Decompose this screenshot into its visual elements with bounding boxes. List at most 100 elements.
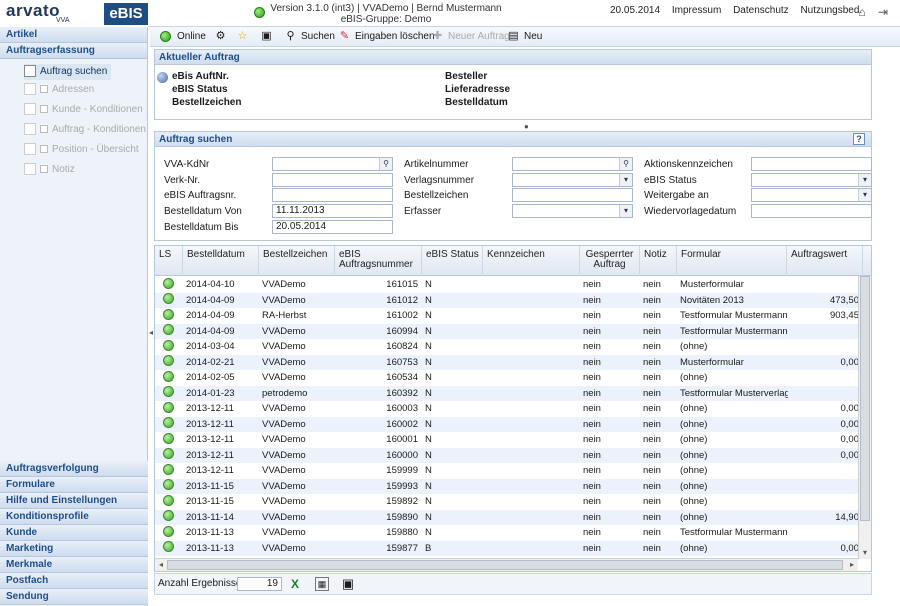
table-view-icon[interactable]: ▦ [315, 577, 329, 591]
cell-auftragswert: 0,00 [840, 403, 860, 414]
table-row[interactable]: 2014-04-09 VVADemo 160994 Nnein nein Testform… [155, 323, 858, 339]
clear-inputs-button[interactable]: ✎ Eingaben löschen [338, 30, 435, 44]
save-icon[interactable]: ▣ [341, 577, 355, 591]
cell-bestelldatum: 2013-11-14 [186, 511, 234, 523]
cell-auftragswert: 0,00 [840, 356, 860, 368]
settings-button[interactable]: ⚙ [214, 30, 231, 44]
table-row[interactable]: 2013-12-11 VVADemo 159999 Nnein nein (ohne) [155, 463, 858, 479]
table-row[interactable]: 2013-11-15 VVADemo 159892 Nnein nein (ohne) [155, 494, 858, 510]
column-header-bestelldatum[interactable]: Bestelldatum [183, 246, 259, 276]
bestellzeichen-input[interactable] [512, 188, 633, 202]
ebis-auftragsnr-input[interactable] [272, 188, 393, 202]
link-nutzungsbed[interactable]: Nutzungsbed. [800, 5, 862, 16]
label-aktionskennzeichen: Aktionskennzeichen [644, 159, 733, 170]
sidebar-section-formulare[interactable]: Formulare [0, 477, 148, 493]
column-header-formular[interactable]: Formular [677, 246, 787, 276]
help-icon[interactable]: ? [853, 133, 865, 145]
table-row[interactable]: 2014-04-09 RA-Herbst 161002 Nnein nein Testfo… [155, 308, 859, 324]
ls-status-icon [163, 401, 174, 417]
sidebar-section-sendung[interactable]: Sendung [0, 589, 148, 605]
sidebar-section-kunde[interactable]: Kunde [0, 525, 148, 541]
table-row[interactable]: 2013-11-14 VVADemo 159890 Nnein nein (ohne) 14… [155, 509, 859, 525]
scroll-right-icon[interactable]: ▸ [846, 559, 858, 571]
table-row[interactable]: 2013-11-13 VVADemo 159877 Bnein nein (ohne) 0,… [155, 540, 859, 556]
table-row[interactable]: 2014-02-05 VVADemo 160534 Nnein nein (ohne) [155, 370, 858, 386]
home-icon[interactable]: ⌂ [855, 5, 869, 19]
sidebar-item-label: Adressen [52, 84, 95, 95]
sidebar-section-merkmale[interactable]: Merkmale [0, 557, 148, 573]
column-header-kennzeichen[interactable]: Kennzeichen [483, 246, 580, 276]
new-order-button: ✚ Neuer Auftrag [431, 30, 510, 44]
wiedervorlagedatum-input[interactable] [751, 204, 872, 218]
save-button[interactable]: ▣ [260, 30, 277, 44]
sidebar-section-konditionsprofile[interactable]: Konditionsprofile [0, 509, 148, 525]
bestelldatum-bis-input[interactable]: 20.05.2014 [272, 220, 393, 234]
table-row[interactable]: 2013-11-15 VVADemo 159993 Nnein nein (ohne) [155, 478, 858, 494]
sidebar-item-auftrag-suchen[interactable]: Auftrag suchen [24, 64, 112, 80]
vertical-scrollbar[interactable]: ▾ [858, 276, 871, 559]
search-button[interactable]: ⚲ Suchen [284, 30, 334, 44]
sidebar-section-auftragserfassung[interactable]: Auftragserfassung [0, 43, 147, 59]
column-header-bestellzeichen[interactable]: Bestellzeichen [259, 246, 335, 276]
table-row[interactable]: 2014-02-21 VVADemo 160753 Nnein nein Musterfo… [155, 354, 860, 370]
sidebar-section-auftragsverfolgung[interactable]: Auftragsverfolgung [0, 461, 148, 477]
cell-auftragswert: 0,00 [840, 449, 860, 461]
erfasser-select[interactable]: ▾ [512, 204, 633, 218]
logout-icon[interactable]: ⇥ [876, 5, 890, 19]
scroll-thumb[interactable] [860, 276, 870, 521]
collapse-handle-icon[interactable]: ● [524, 122, 529, 131]
aktionskennzeichen-input[interactable] [751, 157, 872, 171]
table-row[interactable]: 2014-03-04 VVADemo 160824 Nnein nein (ohne) [155, 339, 858, 355]
table-row[interactable]: 2013-12-11 VVADemo 160000 Nnein nein (ohne) 0,… [155, 447, 860, 463]
group-line: eBIS-Gruppe: Demo [340, 14, 432, 25]
table-row[interactable]: 2014-04-10 VVADemo 161015 Nnein nein Musterfo… [155, 277, 858, 293]
cell-auftragsnummer: 160000 [386, 449, 418, 461]
new-button[interactable]: ▤ Neu [507, 30, 542, 44]
scroll-down-icon[interactable]: ▾ [859, 547, 871, 559]
lookup-icon[interactable]: ⚲ [619, 158, 632, 170]
splitter-handle-icon[interactable]: ◂ [149, 328, 153, 337]
table-row[interactable]: 2013-12-11 VVADemo 160001 Nnein nein (ohne) 0,… [155, 432, 859, 448]
sidebar-section-postfach[interactable]: Postfach [0, 573, 148, 589]
chevron-down-icon[interactable]: ▾ [619, 205, 632, 217]
artikelnummer-input[interactable]: ⚲ [512, 157, 633, 171]
table-row[interactable]: 2014-01-23 petrodemo 160392 Nnein nein Testfo… [155, 385, 858, 401]
cell-bestelldatum: 2013-12-11 [186, 403, 234, 414]
verlagsnummer-select[interactable]: ▾ [512, 173, 633, 187]
cell-ebis-status: N [425, 465, 432, 476]
sidebar-section-hilfe[interactable]: Hilfe und Einstellungen [0, 493, 148, 509]
current-date: 20.05.2014 [610, 5, 661, 16]
cell-ebis-status: N [425, 372, 432, 383]
sidebar-section-marketing[interactable]: Marketing [0, 541, 148, 557]
sidebar-section-artikel[interactable]: Artikel [0, 27, 147, 43]
cell-notiz: nein [643, 341, 661, 352]
column-header-ebis-status[interactable]: eBIS Status [422, 246, 483, 276]
horizontal-scrollbar[interactable]: ◂ ▸ [155, 558, 858, 571]
table-row[interactable]: 2013-12-11 VVADemo 160002 Nnein nein (ohne) 0,… [155, 416, 859, 432]
verk-nr-input[interactable] [272, 173, 393, 187]
ebis-status-select[interactable]: ▾ [751, 173, 872, 187]
excel-export-icon[interactable]: X [288, 577, 302, 591]
cell-auftragsnummer: 160003 [386, 403, 418, 414]
column-header-auftragsnummer[interactable]: eBIS Auftragsnummer [335, 246, 422, 276]
scroll-left-icon[interactable]: ◂ [155, 559, 167, 571]
lookup-icon[interactable]: ⚲ [379, 158, 392, 170]
table-row[interactable]: 2014-04-09 VVADemo 161012 Nnein nein Novitäte… [155, 292, 859, 308]
chevron-down-icon[interactable]: ▾ [858, 189, 871, 201]
scroll-thumb[interactable] [167, 560, 843, 570]
favorite-button[interactable]: ☆ [236, 30, 253, 44]
table-row[interactable]: 2013-11-13 VVADemo 159880 Nnein nein Testform… [155, 525, 858, 541]
table-row[interactable]: 2013-12-11 VVADemo 160003 Nnein nein (ohne) 0,… [155, 401, 860, 417]
vva-kdnr-input[interactable]: ⚲ [272, 157, 393, 171]
link-datenschutz[interactable]: Datenschutz [733, 5, 789, 16]
chevron-down-icon[interactable]: ▾ [619, 174, 632, 186]
column-header-auftragswert[interactable]: Auftragswert [787, 246, 863, 276]
bestelldatum-von-input[interactable]: 11.11.2013 [272, 204, 393, 218]
column-header-gesperrt[interactable]: Gesperrter Auftrag [580, 246, 640, 276]
link-impressum[interactable]: Impressum [672, 5, 721, 16]
document-list-icon [24, 65, 36, 78]
weitergabe-an-select[interactable]: ▾ [751, 188, 872, 202]
chevron-down-icon[interactable]: ▾ [858, 174, 871, 186]
column-header-notiz[interactable]: Notiz [640, 246, 677, 276]
column-header-ls[interactable]: LS [155, 246, 183, 276]
